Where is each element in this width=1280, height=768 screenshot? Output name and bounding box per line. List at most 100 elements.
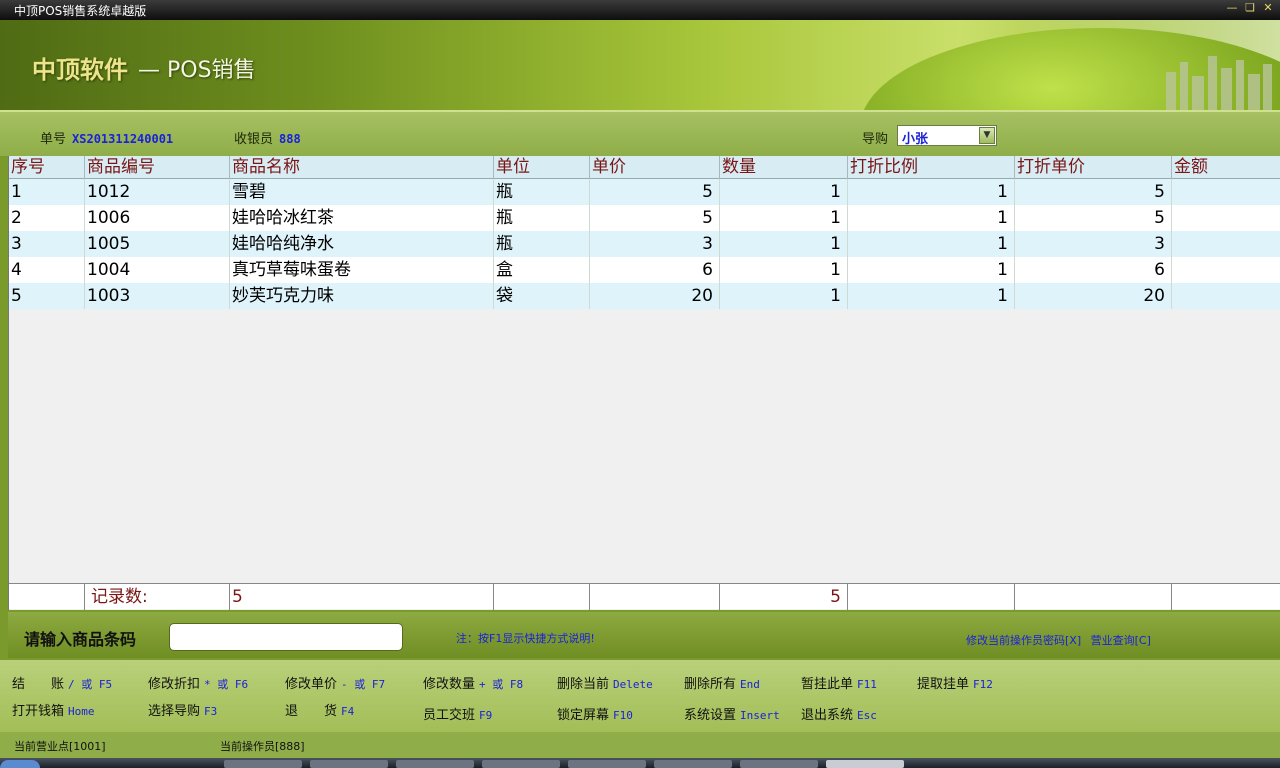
modify-discount-label: 修改折扣 xyxy=(148,677,201,692)
delete-current-button[interactable]: 删除当前 Delete xyxy=(557,673,653,692)
col-header-price[interactable]: 单价 xyxy=(590,156,720,179)
modify-quantity-label: 修改数量 xyxy=(423,677,476,692)
col-header-discount-price[interactable]: 打折单价 xyxy=(1015,156,1172,179)
shortcut-note: 注：按F1显示快捷方式说明! xyxy=(456,632,595,645)
order-number: 单号 XS201311240001 xyxy=(40,128,173,147)
col-header-discount-rate[interactable]: 打折比例 xyxy=(848,156,1015,179)
sales-grid[interactable]: 序号 商品编号 商品名称 单位 单价 数量 打折比例 打折单价 金额 1 101… xyxy=(8,156,1280,610)
guide-label: 导购 xyxy=(862,132,889,147)
choose-guide-button[interactable]: 选择导购 F3 xyxy=(148,700,217,719)
open-cash-drawer-key: Home xyxy=(68,705,95,718)
col-header-index[interactable]: 序号 xyxy=(9,156,85,179)
cell-name: 娃哈哈冰红茶 xyxy=(230,205,494,231)
cell-discount-price: 5 xyxy=(1015,179,1172,205)
taskbar-item-active[interactable] xyxy=(826,760,904,768)
cell-index: 1 xyxy=(9,179,85,205)
close-icon[interactable]: ✕ xyxy=(1262,1,1274,15)
modify-discount-button[interactable]: 修改折扣 * 或 F6 xyxy=(148,673,248,692)
record-count-label: 记录数: xyxy=(85,584,230,610)
table-row[interactable]: 2 1006 娃哈哈冰红茶 瓶 5 1 1 5 xyxy=(9,205,1280,231)
function-key-panel: 结 账 / 或 F5 修改折扣 * 或 F6 修改单价 - 或 F7 修改数量 + 或 … xyxy=(0,660,1280,732)
cell-code: 1004 xyxy=(85,257,230,283)
cell-name: 真巧草莓味蛋卷 xyxy=(230,257,494,283)
business-query-link[interactable]: 营业查询[C] xyxy=(1091,634,1151,647)
col-header-unit[interactable]: 单位 xyxy=(494,156,590,179)
checkout-button[interactable]: 结 账 / 或 F5 xyxy=(12,673,112,692)
cell-unit: 瓶 xyxy=(494,179,590,205)
lock-screen-button[interactable]: 锁定屏幕 F10 xyxy=(557,704,633,723)
table-row[interactable]: 3 1005 娃哈哈纯净水 瓶 3 1 1 3 xyxy=(9,231,1280,257)
cell-discount-rate: 1 xyxy=(848,257,1015,283)
taskbar-item[interactable] xyxy=(654,760,732,768)
current-store-status: 当前营业点[1001] xyxy=(14,740,106,753)
current-operator-status: 当前操作员[888] xyxy=(220,740,305,753)
open-cash-drawer-button[interactable]: 打开钱箱 Home xyxy=(12,700,95,719)
lock-screen-key: F10 xyxy=(613,709,633,722)
grid-header-row: 序号 商品编号 商品名称 单位 单价 数量 打折比例 打折单价 金额 xyxy=(9,156,1280,179)
checkout-label: 结 账 xyxy=(12,677,65,692)
delete-all-label: 删除所有 xyxy=(684,677,737,692)
retrieve-held-key: F12 xyxy=(973,678,993,691)
system-settings-button[interactable]: 系统设置 Insert xyxy=(684,704,780,723)
cell-price: 5 xyxy=(590,179,720,205)
hold-order-label: 暂挂此单 xyxy=(801,677,854,692)
cell-price: 6 xyxy=(590,257,720,283)
delete-all-key: End xyxy=(740,678,760,691)
table-row[interactable]: 4 1004 真巧草莓味蛋卷 盒 6 1 1 6 xyxy=(9,257,1280,283)
minimize-icon[interactable]: — xyxy=(1226,1,1238,15)
summary-cell-empty xyxy=(848,584,1015,610)
taskbar-item[interactable] xyxy=(310,760,388,768)
cell-price: 20 xyxy=(590,283,720,309)
taskbar-item[interactable] xyxy=(224,760,302,768)
taskbar-item[interactable] xyxy=(396,760,474,768)
exit-system-key: Esc xyxy=(857,709,877,722)
exit-system-label: 退出系统 xyxy=(801,708,854,723)
col-header-name[interactable]: 商品名称 xyxy=(230,156,494,179)
shift-handover-button[interactable]: 员工交班 F9 xyxy=(423,704,492,723)
cell-price: 3 xyxy=(590,231,720,257)
cell-index: 2 xyxy=(9,205,85,231)
col-header-qty[interactable]: 数量 xyxy=(720,156,848,179)
taskbar-item[interactable] xyxy=(482,760,560,768)
table-row[interactable]: 1 1012 雪碧 瓶 5 1 1 5 xyxy=(9,179,1280,205)
retrieve-held-button[interactable]: 提取挂单 F12 xyxy=(917,673,993,692)
order-number-label: 单号 xyxy=(40,132,67,147)
taskbar-item[interactable] xyxy=(568,760,646,768)
modify-price-button[interactable]: 修改单价 - 或 F7 xyxy=(285,673,385,692)
exit-system-button[interactable]: 退出系统 Esc xyxy=(801,704,877,723)
table-row[interactable]: 5 1003 妙芙巧克力味 袋 20 1 1 20 xyxy=(9,283,1280,309)
cell-code: 1005 xyxy=(85,231,230,257)
open-cash-drawer-label: 打开钱箱 xyxy=(12,704,65,719)
taskbar-item[interactable] xyxy=(740,760,818,768)
hold-order-button[interactable]: 暂挂此单 F11 xyxy=(801,673,877,692)
guide-select-value: 小张 xyxy=(902,132,929,147)
cell-name: 雪碧 xyxy=(230,179,494,205)
chevron-down-icon[interactable]: ▼ xyxy=(979,127,995,144)
cell-qty: 1 xyxy=(720,205,848,231)
summary-cell-empty xyxy=(1015,584,1172,610)
cell-unit: 袋 xyxy=(494,283,590,309)
cell-unit: 盒 xyxy=(494,257,590,283)
modify-quantity-button[interactable]: 修改数量 + 或 F8 xyxy=(423,673,523,692)
barcode-input[interactable] xyxy=(169,623,403,651)
cell-name: 妙芙巧克力味 xyxy=(230,283,494,309)
system-settings-label: 系统设置 xyxy=(684,708,737,723)
col-header-code[interactable]: 商品编号 xyxy=(85,156,230,179)
modify-price-label: 修改单价 xyxy=(285,677,338,692)
col-header-amount[interactable]: 金额 xyxy=(1172,156,1280,179)
cell-amount xyxy=(1172,257,1280,283)
page-title: — POS销售 xyxy=(138,58,256,83)
order-number-value: XS201311240001 xyxy=(72,132,174,146)
return-goods-button[interactable]: 退 货 F4 xyxy=(285,700,354,719)
cell-qty: 1 xyxy=(720,231,848,257)
order-info-bar: 单号 XS201311240001 收银员 888 导购 小张 ▼ xyxy=(0,110,1280,156)
barcode-label: 请输入商品条码 xyxy=(24,630,137,649)
window-titlebar: 中顶POS销售系统卓越版 — ❏ ✕ xyxy=(0,0,1280,20)
change-password-link[interactable]: 修改当前操作员密码[X] xyxy=(966,634,1081,647)
delete-all-button[interactable]: 删除所有 End xyxy=(684,673,760,692)
guide-select[interactable]: 小张 ▼ xyxy=(897,125,997,147)
cell-unit: 瓶 xyxy=(494,231,590,257)
os-taskbar xyxy=(0,758,1280,768)
start-button-icon[interactable] xyxy=(0,760,40,768)
restore-icon[interactable]: ❏ xyxy=(1244,1,1256,15)
